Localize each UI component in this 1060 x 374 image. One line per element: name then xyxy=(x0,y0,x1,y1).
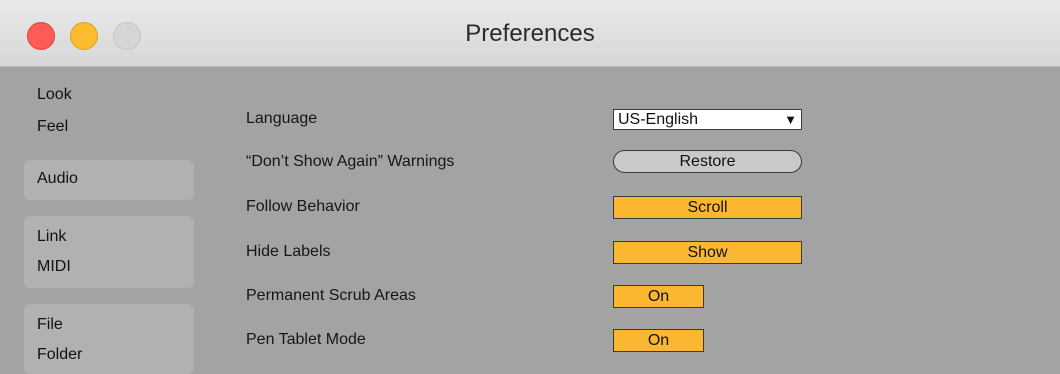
preferences-sidebar: Look Feel Audio Link MIDI File Folder xyxy=(0,66,210,374)
scrub-areas-label: Permanent Scrub Areas xyxy=(246,287,416,304)
follow-behavior-toggle[interactable]: Scroll xyxy=(613,196,802,219)
restore-warnings-button[interactable]: Restore xyxy=(613,150,802,173)
tab-label-look: Look xyxy=(37,86,72,103)
triangle-down-icon: ▼ xyxy=(784,112,797,127)
pen-tablet-label: Pen Tablet Mode xyxy=(246,331,366,348)
tab-label-audio: Audio xyxy=(37,170,78,187)
tab-label-file: File xyxy=(37,316,63,333)
follow-behavior-label: Follow Behavior xyxy=(246,198,360,215)
tab-file-folder[interactable]: File Folder xyxy=(24,304,194,374)
tab-label-folder: Folder xyxy=(37,346,83,363)
tab-label-feel: Feel xyxy=(37,118,69,135)
pen-tablet-toggle[interactable]: On xyxy=(613,329,704,352)
window-title: Preferences xyxy=(465,20,595,47)
tab-audio[interactable]: Audio xyxy=(24,160,194,200)
language-value: US-English xyxy=(618,111,699,128)
tab-label-link: Link xyxy=(37,228,67,245)
language-select[interactable]: US-English ▼ xyxy=(613,109,802,130)
tab-label-midi: MIDI xyxy=(37,258,71,275)
tab-link-midi[interactable]: Link MIDI xyxy=(24,216,194,288)
hide-labels-label: Hide Labels xyxy=(246,243,331,260)
language-label: Language xyxy=(246,110,318,127)
title-bar[interactable]: Preferences xyxy=(0,0,1060,67)
hide-labels-toggle[interactable]: Show xyxy=(613,241,802,264)
warnings-label: “Don’t Show Again” Warnings xyxy=(246,153,455,170)
preferences-window: Preferences Look Feel Audio Link MIDI Fi… xyxy=(0,0,1060,374)
scrub-areas-toggle[interactable]: On xyxy=(613,285,704,308)
settings-panel: Language US-English ▼ “Don’t Show Again”… xyxy=(210,66,1060,366)
